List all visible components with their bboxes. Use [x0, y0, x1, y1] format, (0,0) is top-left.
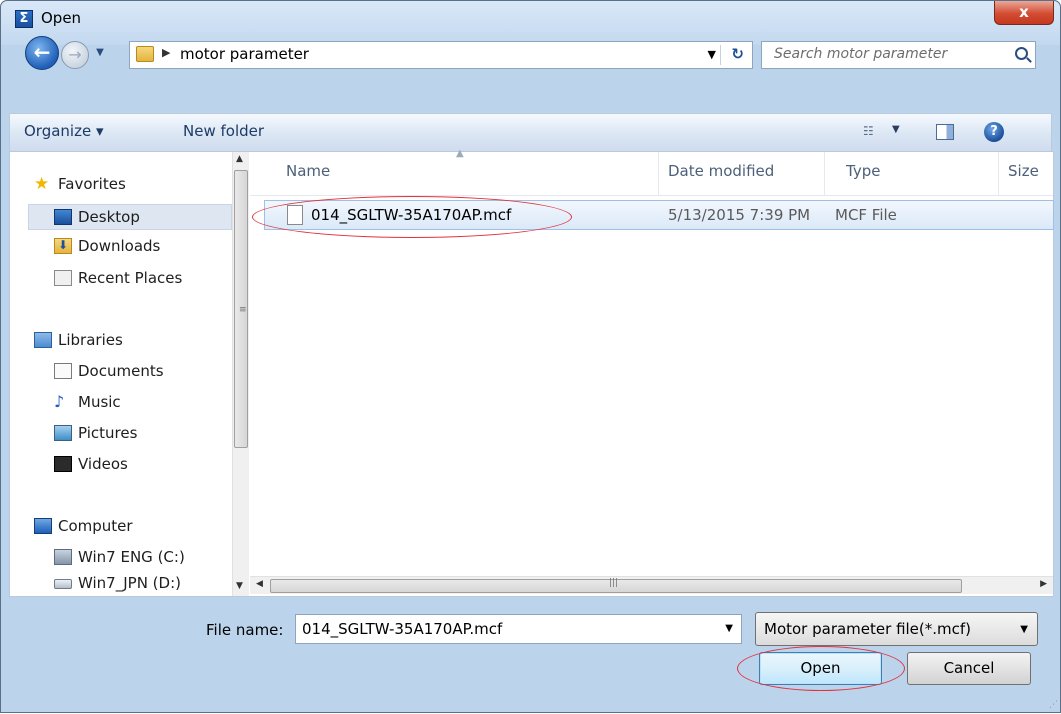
- sidebar-item-label: Favorites: [58, 175, 126, 193]
- sigma-app-icon: Σ: [15, 10, 33, 28]
- help-icon[interactable]: ?: [984, 122, 1004, 142]
- grip-icon: |||: [609, 578, 619, 588]
- resize-grip-icon[interactable]: ⋰: [1049, 700, 1058, 710]
- breadcrumb-motor-parameter[interactable]: motor parameter: [180, 45, 309, 63]
- sidebar-item-recent-places[interactable]: Recent Places: [10, 266, 232, 292]
- recent-places-icon: [54, 270, 72, 286]
- organize-button[interactable]: Organize ▾: [24, 122, 104, 140]
- navigation-pane: ★ Favorites Desktop Downloads Recent Pla…: [10, 152, 249, 597]
- folder-icon: [136, 46, 154, 62]
- scroll-right-icon[interactable]: ▶: [1040, 579, 1047, 589]
- sidebar-item-drive-c[interactable]: Win7 ENG (C:): [10, 545, 232, 571]
- sidebar-item-label: Win7_JPN (D:): [78, 574, 181, 592]
- file-name-value[interactable]: 014_SGLTW-35A170AP.mcf: [302, 620, 502, 638]
- view-dropdown-icon[interactable]: ▼: [892, 124, 900, 135]
- column-date-modified[interactable]: Date modified: [668, 162, 774, 180]
- file-name-label: File name:: [206, 621, 284, 639]
- scroll-down-icon[interactable]: ▼: [236, 581, 243, 591]
- scrollbar-thumb[interactable]: ≡: [234, 170, 248, 448]
- history-dropdown-icon[interactable]: ▼: [93, 45, 107, 61]
- sidebar-item-label: Downloads: [78, 237, 161, 255]
- open-dialog: Σ Open x ← → ▼ ▶ motor parameter ▼ ↻ Sea…: [0, 0, 1061, 713]
- sidebar-item-label: Win7 ENG (C:): [78, 548, 185, 566]
- cancel-button[interactable]: Cancel: [907, 652, 1031, 685]
- libraries-icon: [34, 332, 52, 348]
- drive-d-icon: [54, 579, 72, 589]
- sidebar-item-label: Desktop: [78, 208, 140, 226]
- sidebar-item-downloads[interactable]: Downloads: [10, 234, 232, 260]
- address-row: ← → ▼ ▶ motor parameter ▼ ↻ Search motor…: [1, 31, 1060, 75]
- sidebar-item-pictures[interactable]: Pictures: [10, 421, 232, 447]
- search-placeholder: Search motor parameter: [774, 46, 948, 62]
- file-name-dropdown-icon[interactable]: ▼: [725, 623, 733, 634]
- sidebar-item-drive-d[interactable]: Win7_JPN (D:): [10, 571, 232, 597]
- column-separator[interactable]: [658, 152, 659, 196]
- sidebar-item-documents[interactable]: Documents: [10, 359, 232, 385]
- sidebar-item-label: Computer: [58, 517, 133, 535]
- file-name-input[interactable]: 014_SGLTW-35A170AP.mcf ▼: [295, 614, 742, 644]
- search-input[interactable]: Search motor parameter: [761, 41, 1036, 69]
- column-separator[interactable]: [824, 152, 825, 196]
- grip-icon: ≡: [239, 305, 247, 315]
- sidebar-item-music[interactable]: ♪ Music: [10, 390, 232, 416]
- sidebar-item-label: Pictures: [78, 424, 138, 442]
- command-toolbar: Organize ▾ New folder ☷ ▼ ?: [9, 113, 1052, 151]
- filter-dropdown-icon[interactable]: ▼: [1020, 624, 1028, 635]
- horizontal-scrollbar[interactable]: ◀ ||| ▶: [250, 576, 1053, 594]
- computer-icon: [34, 518, 52, 534]
- sidebar-item-favorites[interactable]: ★ Favorites: [10, 172, 232, 198]
- desktop-icon: [54, 209, 72, 225]
- search-icon[interactable]: [1015, 47, 1028, 60]
- drive-c-icon: [54, 549, 72, 565]
- dialog-body: ★ Favorites Desktop Downloads Recent Pla…: [9, 148, 1054, 597]
- column-type[interactable]: Type: [846, 162, 880, 180]
- forward-button[interactable]: →: [61, 41, 89, 69]
- file-type: MCF File: [835, 206, 897, 224]
- change-view-icon[interactable]: ☷: [863, 123, 879, 139]
- dialog-title: Open: [41, 9, 82, 27]
- highlight-ellipse-file: [252, 196, 572, 238]
- sidebar-item-label: Recent Places: [78, 269, 183, 287]
- sidebar-item-desktop[interactable]: Desktop: [28, 204, 232, 230]
- file-list: Name ▲ Date modified Type Size 014_SGLTW…: [250, 148, 1054, 596]
- downloads-icon: [54, 238, 72, 254]
- sidebar-item-videos[interactable]: Videos: [10, 452, 232, 478]
- back-button[interactable]: ←: [25, 36, 59, 70]
- file-type-filter[interactable]: Motor parameter file(*.mcf) ▼: [755, 612, 1038, 646]
- highlight-ellipse-open: [737, 646, 905, 691]
- preview-pane-icon[interactable]: [936, 124, 954, 140]
- scroll-up-icon[interactable]: ▲: [236, 154, 243, 164]
- star-icon: ★: [34, 174, 50, 194]
- sidebar-item-libraries[interactable]: Libraries: [10, 328, 232, 354]
- sidebar-item-label: Libraries: [58, 331, 123, 349]
- sort-ascending-icon: ▲: [456, 148, 464, 159]
- close-button[interactable]: x: [994, 1, 1054, 25]
- scroll-left-icon[interactable]: ◀: [256, 579, 263, 589]
- pictures-icon: [54, 425, 72, 441]
- new-folder-button[interactable]: New folder: [183, 122, 264, 140]
- column-separator[interactable]: [998, 152, 999, 196]
- file-date-modified: 5/13/2015 7:39 PM: [668, 206, 811, 224]
- refresh-icon[interactable]: ↻: [731, 45, 744, 63]
- documents-icon: [54, 363, 72, 379]
- filter-value: Motor parameter file(*.mcf): [764, 620, 972, 638]
- breadcrumb-arrow-icon[interactable]: ▶: [162, 46, 170, 59]
- column-size[interactable]: Size: [1008, 162, 1039, 180]
- scrollbar-thumb[interactable]: |||: [270, 578, 962, 593]
- column-header: Name ▲ Date modified Type Size: [250, 148, 1053, 196]
- dialog-footer: File name: 014_SGLTW-35A170AP.mcf ▼ Moto…: [1, 601, 1061, 714]
- sidebar-item-computer[interactable]: Computer: [10, 514, 232, 540]
- address-bar[interactable]: ▶ motor parameter ▼ ↻: [129, 41, 753, 69]
- music-icon: ♪: [54, 392, 65, 411]
- videos-icon: [54, 456, 72, 472]
- column-name[interactable]: Name: [286, 162, 330, 180]
- address-dropdown-icon[interactable]: ▼: [708, 48, 716, 61]
- address-separator: [720, 45, 721, 65]
- sidebar-item-label: Videos: [78, 455, 128, 473]
- navigation-scrollbar[interactable]: ▲ ≡ ▼: [232, 152, 249, 596]
- sidebar-item-label: Documents: [78, 362, 164, 380]
- sidebar-item-label: Music: [78, 393, 121, 411]
